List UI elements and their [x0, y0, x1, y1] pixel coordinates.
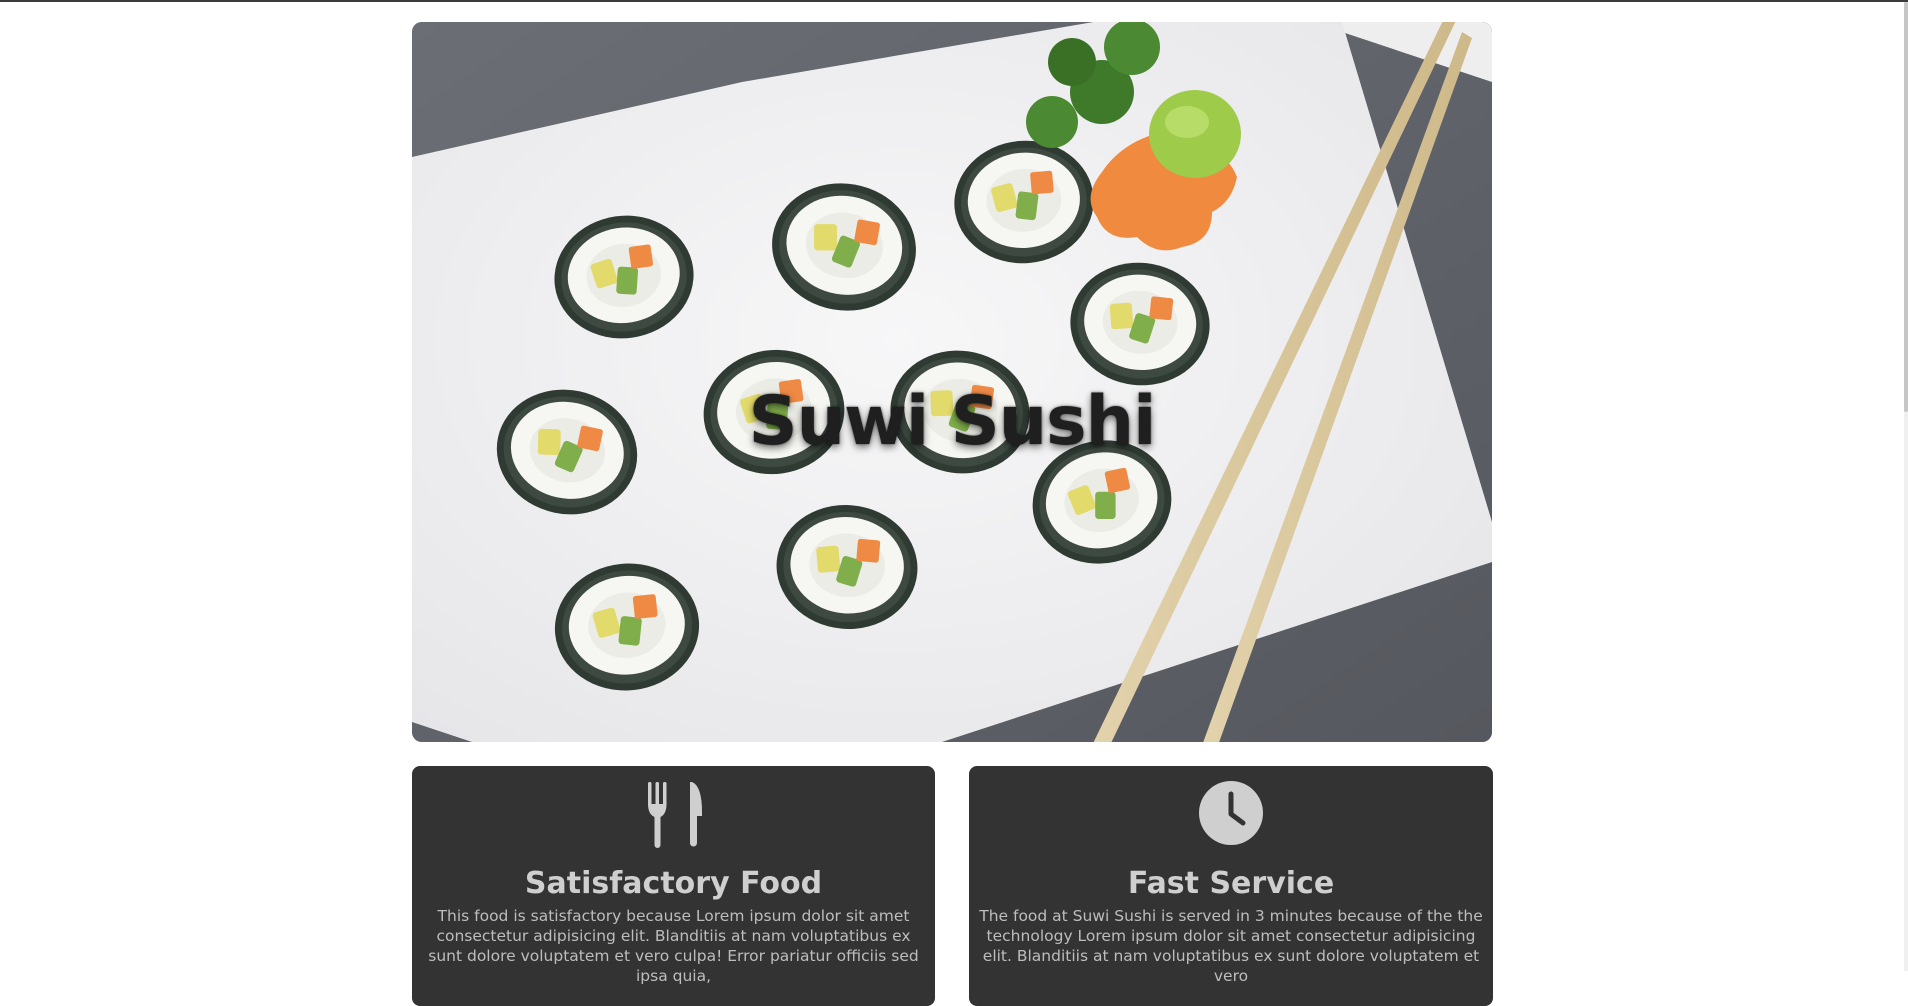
feature-title: Fast Service [1127, 866, 1335, 901]
top-border [0, 0, 1908, 2]
feature-title: Satisfactory Food [524, 866, 823, 901]
hero-banner: Suwi Sushi [412, 22, 1492, 742]
feature-card-service: Fast Service The food at Suwi Sushi is s… [969, 766, 1493, 1006]
clock-icon [1198, 780, 1264, 850]
utensils-icon [644, 780, 704, 852]
hero-title: Suwi Sushi [748, 382, 1157, 461]
scrollbar-thumb[interactable] [1904, 2, 1908, 412]
feature-text: This food is satisfactory because Lorem … [428, 907, 919, 985]
feature-card-food: Satisfactory Food This food is satisfact… [412, 766, 935, 1006]
feature-text: The food at Suwi Sushi is served in 3 mi… [979, 907, 1483, 985]
